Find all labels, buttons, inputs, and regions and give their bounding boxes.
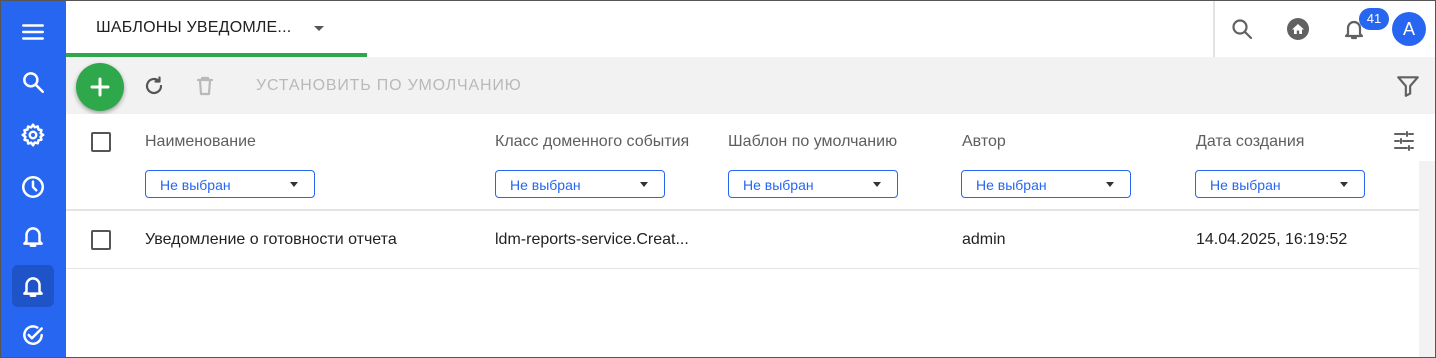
- column-header-name[interactable]: Наименование: [145, 133, 256, 151]
- caret-down-icon: [640, 182, 648, 187]
- filter-icon[interactable]: [1395, 73, 1421, 99]
- search-icon: [1232, 19, 1253, 40]
- column-header-default-template[interactable]: Шаблон по умолчанию: [728, 133, 897, 151]
- caret-down-icon: [1106, 182, 1114, 187]
- plus-icon: [90, 77, 110, 97]
- home-icon: [1287, 18, 1309, 40]
- sidebar-item-settings[interactable]: [12, 114, 54, 156]
- filter-created-select[interactable]: Не выбран: [1195, 170, 1365, 198]
- select-all-checkbox[interactable]: [91, 132, 111, 152]
- row-checkbox[interactable]: [91, 230, 111, 250]
- gear-icon: [21, 123, 45, 147]
- column-header-event-class[interactable]: Класс доменного события: [495, 133, 689, 151]
- sidebar-item-search[interactable]: [12, 61, 54, 103]
- sidebar: [1, 1, 66, 357]
- notification-count-badge: 41: [1359, 8, 1389, 30]
- check-circle-icon: [23, 325, 43, 345]
- column-header-created[interactable]: Дата создания: [1196, 133, 1304, 151]
- toolbar: УСТАНОВИТЬ ПО УМОЛЧАНИЮ: [66, 57, 1435, 114]
- global-search-button[interactable]: [1226, 13, 1258, 45]
- filter-value: Не выбран: [160, 177, 231, 193]
- top-bar: ШАБЛОНЫ УВЕДОМЛЕ... 41 A: [66, 1, 1435, 57]
- tab-notification-templates[interactable]: ШАБЛОНЫ УВЕДОМЛЕ...: [66, 1, 367, 57]
- cell-created: 14.04.2025, 16:19:52: [1196, 231, 1348, 248]
- sidebar-item-tasks[interactable]: [12, 314, 54, 356]
- search-icon: [23, 72, 44, 93]
- column-header-author[interactable]: Автор: [962, 133, 1006, 151]
- trash-icon: [196, 76, 214, 96]
- app-window: ШАБЛОНЫ УВЕДОМЛЕ... 41 A УСТАНОВИТЬ ПО У…: [0, 0, 1436, 358]
- vertical-scrollbar[interactable]: [1419, 161, 1435, 357]
- caret-down-icon: [290, 182, 298, 187]
- home-button[interactable]: [1282, 13, 1314, 45]
- divider: [1213, 1, 1215, 57]
- filter-event-class-select[interactable]: Не выбран: [495, 170, 665, 198]
- add-button[interactable]: [76, 63, 124, 111]
- menu-button[interactable]: [12, 11, 54, 53]
- tab-label: ШАБЛОНЫ УВЕДОМЛЕ...: [96, 19, 292, 36]
- sidebar-item-notification-templates[interactable]: [12, 265, 54, 307]
- set-default-button[interactable]: УСТАНОВИТЬ ПО УМОЛЧАНИЮ: [256, 77, 522, 95]
- refresh-button[interactable]: [141, 73, 167, 99]
- avatar[interactable]: A: [1392, 12, 1426, 46]
- filter-value: Не выбран: [743, 177, 814, 193]
- filter-value: Не выбран: [510, 177, 581, 193]
- cell-name: Уведомление о готовности отчета: [145, 231, 397, 248]
- chevron-down-icon[interactable]: [312, 22, 326, 36]
- table-row[interactable]: Уведомление о готовности отчета ldm-repo…: [66, 211, 1419, 269]
- clock-icon: [22, 176, 44, 198]
- caret-down-icon: [1340, 182, 1348, 187]
- filter-name-select[interactable]: Не выбран: [145, 170, 315, 198]
- refresh-icon: [145, 76, 163, 95]
- delete-button[interactable]: [192, 73, 218, 99]
- templates-table: Наименование Не выбран Класс доменного с…: [66, 114, 1419, 357]
- cell-event-class: ldm-reports-service.Creat...: [495, 231, 689, 248]
- sidebar-item-history[interactable]: [12, 166, 54, 208]
- bell-icon: [23, 277, 43, 297]
- column-settings-icon[interactable]: [1392, 129, 1416, 153]
- filter-value: Не выбран: [1210, 177, 1281, 193]
- table-header: Наименование Не выбран Класс доменного с…: [66, 114, 1419, 211]
- filter-value: Не выбран: [976, 177, 1047, 193]
- menu-icon: [22, 24, 44, 40]
- sidebar-item-notifications[interactable]: [12, 215, 54, 257]
- caret-down-icon: [873, 182, 881, 187]
- cell-author: admin: [962, 231, 1006, 248]
- bell-icon: [23, 227, 43, 247]
- filter-author-select[interactable]: Не выбран: [961, 170, 1131, 198]
- filter-default-template-select[interactable]: Не выбран: [728, 170, 898, 198]
